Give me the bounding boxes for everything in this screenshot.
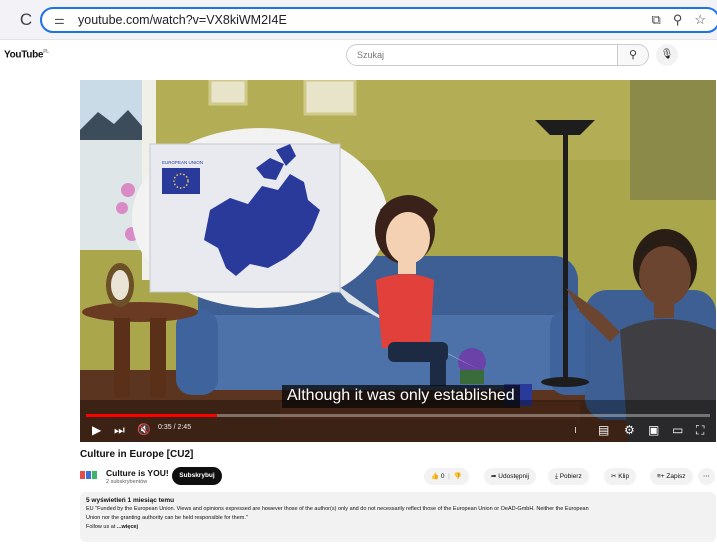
more-horizontal-icon: ⋯ [703, 473, 710, 480]
theater-mode-icon[interactable]: ▭ [672, 422, 683, 438]
search-icon: ⚲ [628, 49, 638, 61]
scissors-icon: ✂ [611, 473, 617, 480]
more-actions-button[interactable]: ⋯ [698, 468, 715, 485]
install-app-icon[interactable]: ⧉ [652, 12, 661, 28]
view-count-date: 5 wyświetleń 1 miesiąc temu [86, 497, 175, 504]
channel-name[interactable]: Culture is YOU! [106, 468, 169, 478]
logo-text: YouTube [4, 49, 44, 61]
progress-played [86, 414, 218, 417]
miniplayer-icon[interactable]: ▣ [648, 422, 659, 438]
download-label: Pobierz [559, 473, 582, 480]
site-settings-icon[interactable]: ⚌ [54, 13, 74, 27]
logo-region: PL [43, 49, 49, 55]
search-button[interactable]: ⚲ [617, 44, 649, 66]
address-bar-actions: ⧉ ⚲ ☆ [652, 12, 706, 28]
video-caption: Although it was only established [282, 385, 520, 408]
thumb-down-icon[interactable]: 👎 [453, 473, 461, 480]
fullscreen-icon[interactable]: ⛶ [696, 422, 704, 438]
description-line-3: Follow us at ...więcej [86, 523, 710, 531]
share-button[interactable]: ➦ Udostępnij [484, 468, 536, 485]
description-line-1: EU "Funded by the European Union. Views … [86, 506, 589, 512]
thumb-up-icon[interactable]: 👍 [431, 473, 439, 480]
share-label: Udostępnij [498, 473, 529, 480]
description-box[interactable]: 5 wyświetleń 1 miesiąc temu EU "Funded b… [80, 492, 716, 542]
url-text[interactable]: youtube.com/watch?v=VX8kiWM2I4E [78, 13, 287, 27]
channel-avatar[interactable] [80, 469, 98, 481]
save-label: Zapisz [666, 473, 686, 480]
search-input[interactable]: Szukaj [346, 44, 618, 66]
settings-gear-icon[interactable]: ⚙ [624, 422, 635, 438]
youtube-logo[interactable]: YouTubePL [4, 49, 49, 60]
autoplay-toggle-icon[interactable]: ⏽ [572, 422, 579, 438]
time-display: 0:35 / 2:45 [158, 424, 192, 431]
play-icon[interactable]: ▶ [92, 422, 101, 438]
download-button[interactable]: ⤓ Pobierz [548, 468, 589, 485]
save-button[interactable]: ≡+ Zapisz [650, 468, 693, 485]
video-title: Culture in Europe [CU2] [80, 449, 194, 460]
like-count: 0 [440, 473, 445, 480]
zoom-icon[interactable]: ⚲ [673, 12, 683, 28]
share-icon: ➦ [491, 473, 497, 480]
subtitles-icon[interactable]: ▤ [598, 422, 609, 438]
address-bar[interactable]: ⚌ youtube.com/watch?v=VX8kiWM2I4E ⧉ ⚲ ☆ [40, 7, 717, 33]
description-line-2: Union nor the granting authority can be … [86, 515, 248, 521]
youtube-header: YouTubePL Szukaj ⚲ 🎙 [0, 40, 717, 72]
progress-bar[interactable] [86, 414, 710, 417]
show-more-link[interactable]: ...więcej [117, 524, 138, 530]
bookmark-star-icon[interactable]: ☆ [694, 12, 706, 28]
microphone-icon: 🎙 [660, 49, 674, 60]
like-dislike-button[interactable]: 👍 0 | 👎 [424, 468, 469, 485]
left-margin [0, 72, 78, 545]
playlist-add-icon: ≡+ [657, 473, 665, 480]
subscribe-button[interactable]: Subskrybuj [172, 467, 222, 485]
subscriber-count: 2 subskrybentów [106, 479, 148, 485]
mute-icon[interactable]: 🔇 [137, 422, 151, 438]
follow-text: Follow us at [86, 524, 116, 530]
reload-icon[interactable]: C [12, 10, 40, 30]
voice-search-button[interactable]: 🎙 [656, 44, 678, 66]
player-controls: ▶ ⏭ 🔇 0:35 / 2:45 ⏽ ▤ ⚙ ▣ ▭ ⛶ [80, 420, 716, 440]
download-icon: ⤓ [555, 473, 558, 480]
next-icon[interactable]: ⏭ [114, 422, 125, 438]
clip-button[interactable]: ✂ Klip [604, 468, 637, 485]
map-label: EUROPEAN UNION [162, 160, 203, 165]
clip-label: Klip [618, 473, 630, 480]
